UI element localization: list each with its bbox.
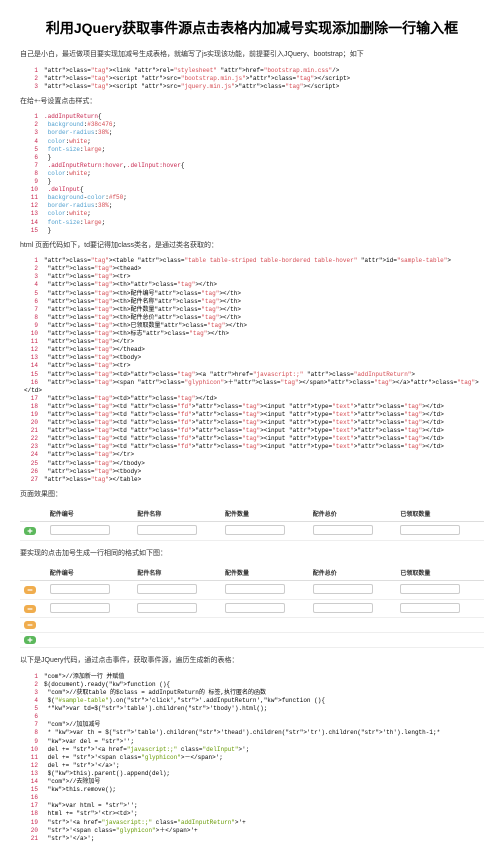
input-cell[interactable] [137,584,197,594]
minus-icon[interactable] [24,605,36,613]
code-js: 1"com">//添加新一行 并赋值2$(document).ready("kw… [20,673,484,843]
html-heading: html 页面代码如下，td要记得加class类名，是通过类名获取的： [20,241,484,252]
input-cell[interactable] [400,584,460,594]
input-cell[interactable] [400,603,460,613]
preview-table-1: 配件编号配件名称配件数量配件总价已领取数量 [20,506,484,541]
preview-table-2: 配件编号配件名称配件数量配件总价已领取数量 [20,565,484,648]
input-cell[interactable] [137,603,197,613]
code-html: 1"attr">class="tag"><table "attr">class=… [20,257,484,484]
plus-icon[interactable] [24,527,36,535]
col-header: 配件总价 [309,565,397,581]
minus-icon[interactable] [24,621,36,629]
col-header: 配件编号 [46,506,134,522]
input-cell[interactable] [313,584,373,594]
col-header: 配件数量 [221,565,309,581]
page-title: 利用JQuery获取事件源点击表格内加减号实现添加删除一行输入框 [20,18,484,38]
col-header: 配件数量 [221,506,309,522]
input-cell[interactable] [225,525,285,535]
input-cell[interactable] [50,525,110,535]
col-header: 已领取数量 [396,565,484,581]
input-cell[interactable] [225,584,285,594]
code-css: 1.addInputReturn{2 background:#38c476;3 … [20,113,484,234]
col-header [20,506,46,522]
plus-icon[interactable] [24,636,36,644]
generated-heading: 要实现的点击加号生成一行相同的格式如下图： [20,549,484,560]
input-cell[interactable] [313,525,373,535]
code-imports: 1"attr">class="tag"><link "attr">rel="st… [20,67,484,91]
input-cell[interactable] [225,603,285,613]
intro-text: 自己是小白，最近做项目要实现加减号生成表格，就编写了js实现该功能，前提要引入J… [20,50,484,61]
input-cell[interactable] [137,525,197,535]
col-header: 配件总价 [309,506,397,522]
input-cell[interactable] [50,603,110,613]
css-heading: 在给+-号设置点击样式： [20,97,484,108]
input-cell[interactable] [50,584,110,594]
js-heading: 以下是JQuery代码，通过点击事件，获取事件源，遍历生成新的表格： [20,656,484,667]
col-header: 配件编号 [46,565,134,581]
minus-icon[interactable] [24,586,36,594]
col-header [20,565,46,581]
col-header: 配件名称 [133,506,221,522]
col-header: 已领取数量 [396,506,484,522]
effect-heading: 页面效果图： [20,490,484,501]
input-cell[interactable] [313,603,373,613]
col-header: 配件名称 [133,565,221,581]
input-cell[interactable] [400,525,460,535]
